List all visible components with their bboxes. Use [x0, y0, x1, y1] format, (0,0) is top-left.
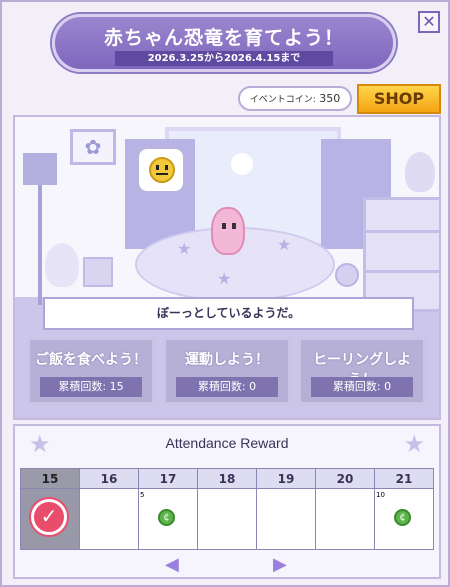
day-body: ✓ [21, 489, 79, 549]
toy-blocks [83, 257, 113, 287]
shelf-board [366, 230, 439, 233]
check-stamp-icon: ✓ [31, 499, 67, 535]
event-period: 2026.3.25から2026.4.15まで [147, 53, 301, 64]
neutral-face-icon [149, 157, 175, 183]
mood-bubble [137, 147, 185, 193]
star-icon: ★ [277, 235, 292, 254]
event-coin-icon: ¢ [158, 509, 175, 526]
day-number: 19 [257, 469, 315, 489]
close-icon: ✕ [422, 12, 436, 31]
day-number: 20 [316, 469, 374, 489]
day-cell[interactable]: 19 [257, 469, 316, 549]
day-cell[interactable]: 21 10 ¢ [375, 469, 433, 549]
lamp-pole [38, 185, 42, 305]
day-number: 18 [198, 469, 256, 489]
wall-picture: ✿ [70, 129, 116, 165]
day-cell[interactable]: 16 [80, 469, 139, 549]
healing-button[interactable]: ヒーリングしよう！ 累積回数: 0 [298, 337, 426, 405]
event-coin-label: イベントコイン: [249, 95, 316, 105]
attendance-calendar: 15 ✓ 16 17 5 ¢ 18 19 20 21 10 ¢ [20, 468, 434, 550]
moon [231, 153, 253, 175]
baby-dinosaur[interactable] [211, 207, 245, 255]
day-number: 15 [21, 469, 79, 489]
day-body: 10 ¢ [375, 489, 433, 549]
nursery-scene: ✿ ★ ★ ★ ぼーっとしているようだ。 ご飯を食べよう！ 累積回数: 15 運… [13, 115, 441, 420]
reward-count: 10 [376, 491, 385, 499]
dino-eye [232, 223, 236, 229]
reward-count: 5 [140, 491, 145, 499]
attendance-title: Attendance Reward [165, 435, 289, 451]
flower-icon: ✿ [84, 135, 102, 159]
healing-count: 累積回数: 0 [311, 377, 413, 397]
close-button[interactable]: ✕ [418, 11, 440, 33]
event-coin-icon: ¢ [394, 509, 411, 526]
bunny-plush [405, 152, 435, 192]
prev-arrow-icon[interactable]: ◀ [165, 554, 179, 575]
shelf-board [366, 270, 439, 273]
day-cell[interactable]: 20 [316, 469, 375, 549]
event-coin-counter: イベントコイン: 350 [238, 86, 352, 111]
next-arrow-icon[interactable]: ▶ [273, 554, 287, 575]
day-body [257, 489, 315, 549]
exercise-label: 運動しよう！ [185, 352, 269, 368]
face-mouth [156, 173, 168, 175]
face-eyes [156, 165, 168, 170]
day-body [80, 489, 138, 549]
event-coin-value: 350 [319, 92, 341, 105]
day-body: 5 ¢ [139, 489, 197, 549]
dino-eye [222, 223, 226, 229]
bunny-plush [45, 243, 79, 287]
day-cell[interactable]: 15 ✓ [21, 469, 80, 549]
day-cell[interactable]: 18 [198, 469, 257, 549]
status-message: ぼーっとしているようだ。 [43, 297, 414, 330]
shop-button[interactable]: SHOP [357, 84, 441, 114]
day-body [316, 489, 374, 549]
attendance-panel: ★ ★ Attendance Reward 15 ✓ 16 17 5 ¢ 18 … [13, 424, 441, 579]
star-icon: ★ [217, 269, 232, 288]
feed-label: ご飯を食べよう！ [35, 352, 147, 368]
feed-button[interactable]: ご飯を食べよう！ 累積回数: 15 [27, 337, 155, 405]
day-number: 16 [80, 469, 138, 489]
day-number: 21 [375, 469, 433, 489]
star-icon: ★ [177, 239, 192, 258]
floor-lamp [23, 153, 57, 185]
toy-ball [335, 263, 359, 287]
event-title: 赤ちゃん恐竜を育てよう！ [103, 27, 344, 49]
exercise-count: 累積回数: 0 [176, 377, 278, 397]
exercise-button[interactable]: 運動しよう！ 累積回数: 0 [163, 337, 291, 405]
event-period-bar: 2026.3.25から2026.4.15まで [115, 51, 333, 66]
day-body [198, 489, 256, 549]
feed-count: 累積回数: 15 [40, 377, 142, 397]
event-window: 赤ちゃん恐竜を育てよう！ 2026.3.25から2026.4.15まで ✕ イベ… [0, 0, 450, 587]
bookshelf [363, 197, 439, 312]
title-plate: 赤ちゃん恐竜を育てよう！ 2026.3.25から2026.4.15まで [52, 14, 396, 72]
day-cell[interactable]: 17 5 ¢ [139, 469, 198, 549]
day-number: 17 [139, 469, 197, 489]
